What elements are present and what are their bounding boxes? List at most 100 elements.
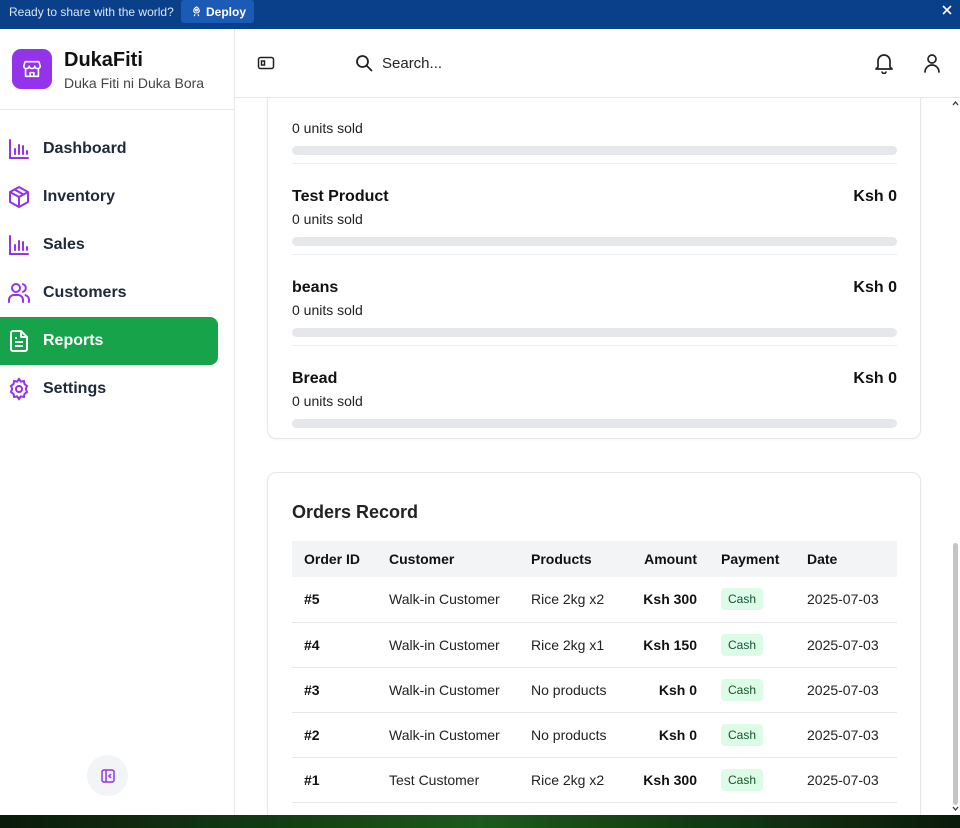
product-amount: Ksh 0 [853,188,897,205]
order-customer: Walk-in Customer [377,622,519,668]
payment-badge: Cash [721,768,764,791]
order-payment-cell: Cash [709,757,795,803]
product-units: 0 units sold [292,211,363,227]
reports-main: 0 units sold Test Product Ksh 0 0 units … [235,98,960,815]
chevron-down-icon[interactable] [952,805,959,812]
order-amount: Ksh 300 [630,757,709,803]
orders-record-card: Orders Record Order ID Customer Products… [267,472,921,815]
sidebar-toggle-icon[interactable] [257,54,275,72]
table-header-row: Order ID Customer Products Amount Paymen… [292,541,897,577]
app-tagline: Duka Fiti ni Duka Bora [64,75,205,91]
sidebar: DukaFiti Duka Fiti ni Duka Bora Dashboar… [0,29,235,819]
product-units: 0 units sold [292,302,363,318]
order-id: #3 [292,667,377,713]
order-id: #5 [292,577,377,623]
product-units: 0 units sold [292,120,363,136]
search-icon [356,55,373,72]
sidebar-item-inventory[interactable]: Inventory [0,173,218,221]
sidebar-item-dashboard[interactable]: Dashboard [0,125,218,173]
table-row[interactable]: #1 Test Customer Rice 2kg x2 Ksh 300 Cas… [292,757,897,803]
order-id: #4 [292,622,377,668]
product-progress-bar [292,328,897,337]
deploy-banner: Ready to share with the world? Deploy [0,0,960,29]
order-payment-cell: Cash [709,622,795,668]
deploy-button[interactable]: Deploy [181,0,255,23]
sidebar-item-label: Reports [43,332,104,349]
order-products: Rice 2kg x2 [519,757,630,803]
bar-chart-icon [9,139,29,159]
column-header: Order ID [304,551,361,567]
column-header: Products [531,551,592,567]
order-payment-cell: Cash [709,577,795,623]
table-row[interactable]: #3 Walk-in Customer No products Ksh 0 Ca… [292,667,897,713]
product-units: 0 units sold [292,393,363,409]
sidebar-item-label: Settings [43,380,107,397]
bell-icon[interactable] [874,52,894,74]
users-icon [8,283,31,303]
column-header: Amount [644,551,697,567]
sidebar-item-label: Dashboard [43,140,127,157]
order-amount: Ksh 150 [630,622,709,668]
product-progress-bar [292,419,897,428]
order-date: 2025-07-03 [795,577,897,623]
order-products: No products [519,667,630,713]
divider [292,254,897,255]
divider [292,345,897,346]
file-text-icon [10,330,28,352]
order-customer: Walk-in Customer [377,712,519,758]
sidebar-item-label: Sales [43,236,85,253]
order-customer: Walk-in Customer [377,667,519,713]
order-customer: Walk-in Customer [377,577,519,623]
column-header: Customer [389,551,455,567]
banner-text: Ready to share with the world? [9,5,174,19]
product-progress-bar [292,146,897,155]
deploy-label: Deploy [206,4,247,19]
order-amount: Ksh 0 [630,712,709,758]
orders-title: Orders Record [292,502,419,522]
app-name: DukaFiti [64,49,143,71]
product-name: beans [292,279,339,296]
product-name: Test Product [292,188,389,205]
order-date: 2025-07-03 [795,622,897,668]
sidebar-item-label: Inventory [43,188,116,205]
order-payment-cell: Cash [709,667,795,713]
table-row[interactable]: #2 Walk-in Customer No products Ksh 0 Ca… [292,712,897,758]
top-header [235,29,960,98]
search-input[interactable] [382,51,682,75]
order-products: No products [519,712,630,758]
payment-badge: Cash [721,633,764,656]
user-icon[interactable] [922,52,942,74]
order-amount: Ksh 300 [630,577,709,623]
order-amount: Ksh 0 [630,667,709,713]
sidebar-item-sales[interactable]: Sales [0,221,218,269]
orders-table: Order ID Customer Products Amount Paymen… [292,541,897,803]
sidebar-item-customers[interactable]: Customers [0,269,218,317]
main-scrollbar[interactable] [951,98,960,815]
order-products: Rice 2kg x1 [519,622,630,668]
order-date: 2025-07-03 [795,712,897,758]
sidebar-item-settings[interactable]: Settings [0,365,218,413]
column-header: Date [807,551,838,567]
top-products-card: 0 units sold Test Product Ksh 0 0 units … [267,98,921,439]
payment-badge: Cash [721,723,764,746]
order-customer: Test Customer [377,757,519,803]
payment-badge: Cash [721,678,764,701]
table-row[interactable]: #5 Walk-in Customer Rice 2kg x2 Ksh 300 … [292,577,897,623]
order-payment-cell: Cash [709,712,795,758]
product-name: Bread [292,370,338,387]
store-logo-icon [12,49,52,89]
sidebar-item-label: Customers [43,284,127,301]
product-amount: Ksh 0 [853,279,897,296]
product-progress-bar [292,237,897,246]
close-icon[interactable] [940,3,954,17]
collapse-sidebar-button[interactable] [87,755,128,796]
order-date: 2025-07-03 [795,757,897,803]
brand-block: DukaFiti Duka Fiti ni Duka Bora [0,29,234,110]
gear-icon [9,377,29,401]
scrollbar-thumb[interactable] [953,543,958,805]
sidebar-item-reports[interactable]: Reports [0,317,218,365]
panel-collapse-icon [100,768,115,783]
order-products: Rice 2kg x2 [519,577,630,623]
chevron-up-icon[interactable] [952,100,959,107]
table-row[interactable]: #4 Walk-in Customer Rice 2kg x1 Ksh 150 … [292,622,897,668]
